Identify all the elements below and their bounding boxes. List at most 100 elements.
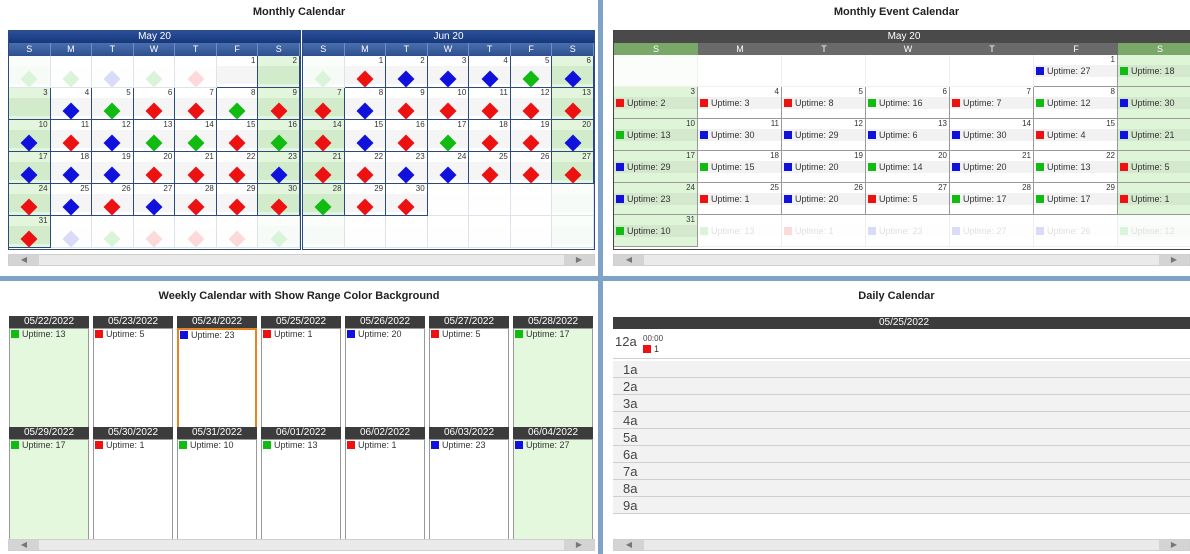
day-cell[interactable] — [92, 56, 134, 88]
event-item[interactable]: Uptime: 23 — [179, 330, 255, 341]
week-day-header[interactable]: 05/31/2022 — [177, 427, 257, 439]
day-cell[interactable] — [510, 216, 553, 248]
week-day-header[interactable]: 05/27/2022 — [429, 316, 509, 328]
event-item[interactable]: Uptime: 5 — [1118, 161, 1190, 173]
day-cell[interactable]: 28 Uptime: 17 — [950, 183, 1034, 215]
hour-slot[interactable]: 12a 00:00 1 — [613, 333, 1190, 359]
week-day-column[interactable]: 05/31/2022 Uptime: 10 — [177, 427, 257, 542]
day-cell[interactable]: 24 — [427, 152, 470, 184]
event-item[interactable]: Uptime: 20 — [346, 329, 424, 340]
event-item[interactable]: Uptime: 18 — [1118, 65, 1190, 77]
event-item[interactable]: Uptime: 5 — [866, 193, 949, 205]
day-cell[interactable]: 22 — [216, 152, 259, 184]
day-cell[interactable]: 29 — [344, 184, 387, 216]
week-day-cell[interactable]: Uptime: 5 — [93, 328, 173, 431]
event-item[interactable]: Uptime: 17 — [1034, 193, 1117, 205]
day-cell[interactable]: 8 — [344, 88, 387, 120]
day-cell[interactable] — [782, 55, 866, 87]
day-cell[interactable]: 15 — [344, 120, 387, 152]
week-day-header[interactable]: 05/22/2022 — [9, 316, 89, 328]
day-cell[interactable] — [386, 216, 428, 248]
day-cell[interactable]: 24 — [9, 184, 51, 216]
day-cell[interactable]: 20 Uptime: 14 — [866, 151, 950, 183]
week-day-header[interactable]: 05/26/2022 — [345, 316, 425, 328]
day-cell[interactable] — [50, 56, 93, 88]
event-item[interactable]: Uptime: 15 — [698, 161, 781, 173]
day-cell[interactable] — [50, 216, 93, 248]
day-cell[interactable]: 14 — [303, 120, 345, 152]
day-cell[interactable]: 31 Uptime: 10 — [614, 215, 698, 247]
week-day-cell[interactable]: Uptime: 1 — [345, 439, 425, 542]
day-cell[interactable]: 31 — [9, 216, 51, 248]
week-day-column[interactable]: 06/03/2022 Uptime: 23 — [429, 427, 509, 542]
day-cell[interactable] — [427, 216, 470, 248]
day-cell[interactable]: 23Uptime: 5 — [1118, 151, 1190, 183]
day-cell[interactable]: 20 — [552, 120, 594, 152]
week-day-header[interactable]: 05/28/2022 — [513, 316, 593, 328]
day-cell[interactable] — [133, 56, 176, 88]
event-item[interactable]: Uptime: 12 — [1118, 225, 1190, 237]
day-cell[interactable]: 19 — [510, 120, 553, 152]
day-cell[interactable] — [552, 216, 594, 248]
day-cell[interactable]: 23 — [258, 152, 300, 184]
day-cell[interactable]: 20 — [133, 152, 176, 184]
day-cell[interactable]: 11 Uptime: 30 — [698, 119, 782, 151]
day-cell[interactable]: 17 — [427, 120, 470, 152]
day-cell[interactable]: 11 — [469, 88, 511, 120]
horizontal-scrollbar[interactable]: ◀ ▶ — [8, 254, 595, 266]
day-cell[interactable]: 18 — [469, 120, 511, 152]
week-day-column[interactable]: 05/22/2022 Uptime: 13 — [9, 316, 89, 431]
day-cell[interactable]: Uptime: 12 — [1118, 215, 1190, 247]
day-cell[interactable]: 22 — [344, 152, 387, 184]
day-cell[interactable]: 7 Uptime: 7 — [950, 87, 1034, 119]
event-item[interactable]: Uptime: 1 — [262, 329, 340, 340]
event-item[interactable]: Uptime: 23 — [614, 193, 697, 205]
day-cell[interactable]: 21 — [175, 152, 217, 184]
day-cell[interactable]: 25 — [469, 152, 511, 184]
day-cell[interactable]: Uptime: 23 — [866, 215, 950, 247]
day-cell[interactable] — [303, 56, 345, 88]
scroll-left-icon[interactable]: ◀ — [614, 255, 644, 265]
day-cell[interactable]: 10 — [9, 120, 51, 152]
event-item[interactable]: Uptime: 17 — [10, 440, 88, 451]
event-item[interactable]: Uptime: 1 — [698, 193, 781, 205]
day-cell[interactable]: 17 — [9, 152, 51, 184]
hour-slot[interactable]: 5a — [613, 429, 1190, 446]
week-day-cell[interactable]: Uptime: 13 — [261, 439, 341, 542]
week-day-column[interactable]: 05/29/2022 Uptime: 17 — [9, 427, 89, 542]
scroll-right-icon[interactable]: ▶ — [564, 255, 594, 265]
day-cell[interactable]: 26 — [510, 152, 553, 184]
week-day-header[interactable]: 06/01/2022 — [261, 427, 341, 439]
day-cell[interactable]: 7 — [303, 88, 345, 120]
day-cell[interactable]: 6 — [552, 56, 594, 88]
day-cell[interactable] — [469, 184, 511, 216]
week-day-column[interactable]: 06/02/2022 Uptime: 1 — [345, 427, 425, 542]
day-cell[interactable] — [344, 216, 387, 248]
scroll-right-icon[interactable]: ▶ — [1159, 540, 1189, 550]
event-item[interactable]: Uptime: 3 — [698, 97, 781, 109]
event-item[interactable]: Uptime: 30 — [950, 129, 1033, 141]
day-cell[interactable] — [950, 55, 1034, 87]
week-day-header[interactable]: 05/24/2022 — [177, 316, 257, 328]
day-cell[interactable] — [698, 55, 782, 87]
event-item[interactable]: Uptime: 13 — [1034, 161, 1117, 173]
hour-slot[interactable]: 3a — [613, 395, 1190, 412]
week-day-cell[interactable]: Uptime: 17 — [9, 439, 89, 542]
week-day-column[interactable]: 06/01/2022 Uptime: 13 — [261, 427, 341, 542]
event-item[interactable]: Uptime: 17 — [514, 329, 592, 340]
week-day-header[interactable]: 05/25/2022 — [261, 316, 341, 328]
day-cell[interactable]: 3 — [427, 56, 470, 88]
day-cell[interactable] — [614, 55, 698, 87]
event-item[interactable]: Uptime: 1 — [1118, 193, 1190, 205]
day-cell[interactable]: 4 — [50, 88, 93, 120]
day-cell[interactable]: 8 — [216, 88, 259, 120]
week-day-header[interactable]: 05/30/2022 — [93, 427, 173, 439]
day-cell[interactable]: 30 — [258, 184, 300, 216]
week-day-header[interactable]: 06/04/2022 — [513, 427, 593, 439]
event-item[interactable]: Uptime: 13 — [262, 440, 340, 451]
day-cell[interactable]: 10 Uptime: 13 — [614, 119, 698, 151]
day-cell[interactable]: 11 — [50, 120, 93, 152]
event-item[interactable]: Uptime: 10 — [614, 225, 697, 237]
week-day-header[interactable]: 05/23/2022 — [93, 316, 173, 328]
event-item[interactable]: Uptime: 12 — [1034, 97, 1117, 109]
